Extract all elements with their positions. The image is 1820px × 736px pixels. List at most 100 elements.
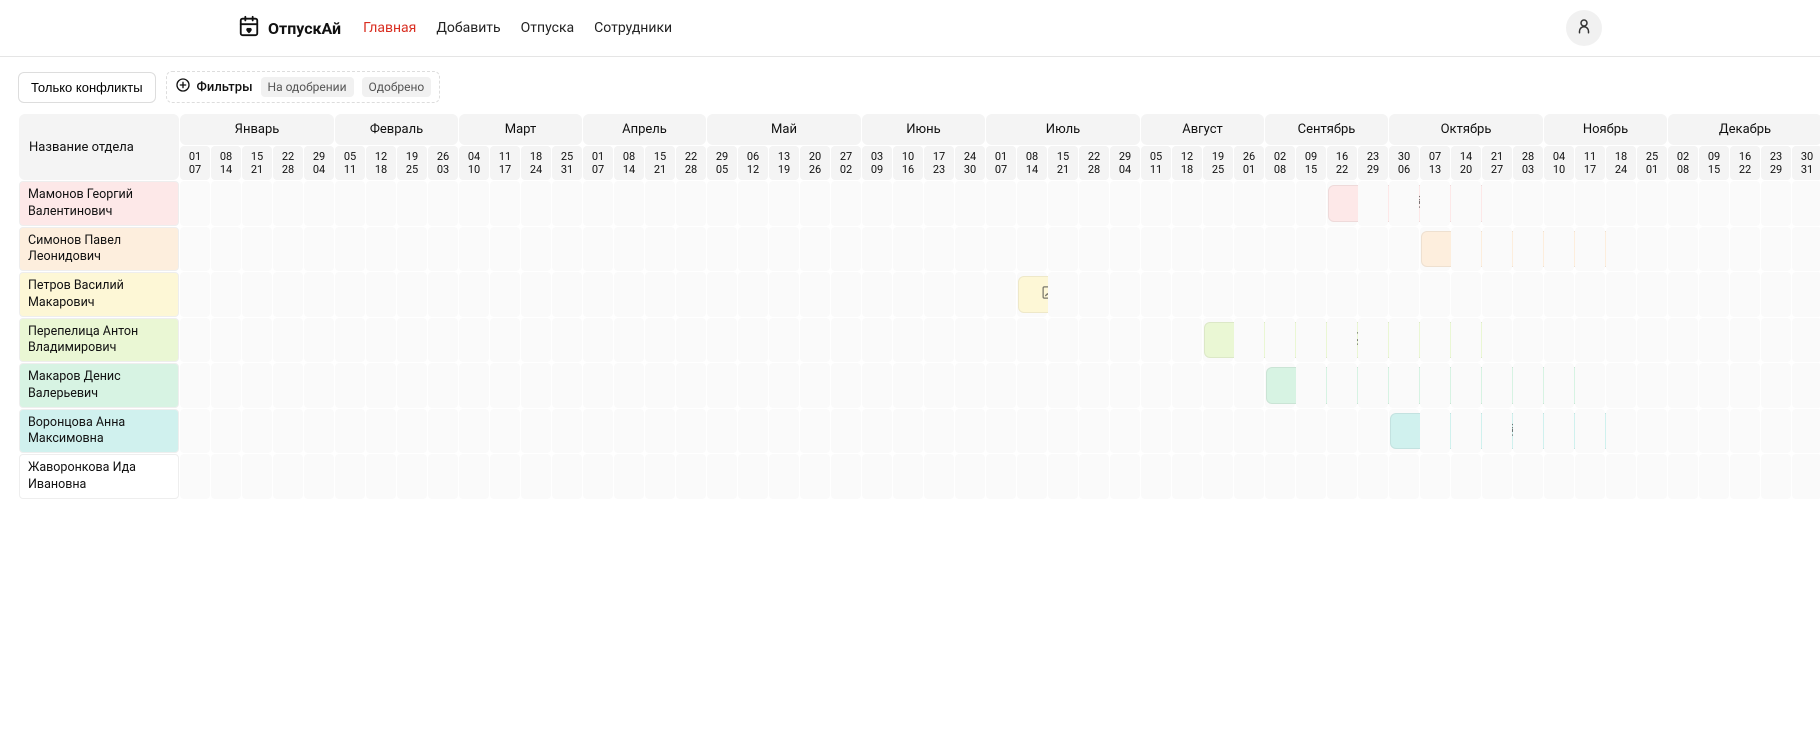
calendar-cell bbox=[1296, 363, 1326, 408]
calendar-cell bbox=[1637, 181, 1667, 226]
calendar-cell bbox=[459, 363, 489, 408]
nav-employees[interactable]: Сотрудники bbox=[594, 20, 672, 36]
calendar-cell bbox=[1327, 363, 1357, 408]
calendar-cell bbox=[1420, 363, 1450, 408]
calendar-cell bbox=[273, 227, 303, 272]
calendar-cell bbox=[304, 454, 334, 499]
calendar-cell bbox=[242, 181, 272, 226]
calendar-cell bbox=[583, 272, 613, 317]
calendar-cell bbox=[1513, 272, 1543, 317]
calendar-cell bbox=[1079, 181, 1109, 226]
week-header: 07 13 bbox=[1420, 146, 1450, 180]
calendar-cell bbox=[583, 318, 613, 363]
calendar-cell bbox=[769, 272, 799, 317]
week-header: 02 08 bbox=[1265, 146, 1295, 180]
week-header: 08 14 bbox=[614, 146, 644, 180]
calendar-cell bbox=[459, 227, 489, 272]
calendar-cell bbox=[304, 181, 334, 226]
calendar-cell bbox=[800, 272, 830, 317]
calendar-cell bbox=[800, 227, 830, 272]
week-header: 13 19 bbox=[769, 146, 799, 180]
week-header: 25 01 bbox=[1637, 146, 1667, 180]
calendar-cell bbox=[955, 409, 985, 454]
calendar-cell bbox=[1141, 227, 1171, 272]
calendar-cell bbox=[1296, 454, 1326, 499]
calendar-cell bbox=[1761, 363, 1791, 408]
calendar-cell bbox=[707, 181, 737, 226]
brand[interactable]: ОтпускАй bbox=[238, 15, 341, 41]
calendar-cell bbox=[676, 181, 706, 226]
calendar-cell bbox=[614, 272, 644, 317]
nav-add[interactable]: Добавить bbox=[436, 20, 500, 36]
calendar-cell bbox=[800, 454, 830, 499]
employee-name[interactable]: Петров Василий Макарович bbox=[19, 272, 179, 317]
user-icon bbox=[1575, 17, 1593, 39]
calendar-cell bbox=[769, 409, 799, 454]
calendar-cell bbox=[924, 409, 954, 454]
calendar-cell bbox=[738, 272, 768, 317]
calendar-cell bbox=[397, 363, 427, 408]
calendar-cell bbox=[645, 272, 675, 317]
calendar-cell bbox=[1141, 454, 1171, 499]
main-nav: Главная Добавить Отпуска Сотрудники bbox=[363, 20, 672, 36]
calendar-cell bbox=[304, 227, 334, 272]
filters-box[interactable]: Фильтры На одобрении Одобрено bbox=[166, 71, 441, 103]
calendar-cell bbox=[335, 454, 365, 499]
calendar-cell bbox=[614, 181, 644, 226]
employee-name[interactable]: Воронцова Анна Максимовна bbox=[19, 409, 179, 454]
employee-row: Воронцова Анна Максимовна bbox=[19, 409, 1820, 454]
week-header: 04 10 bbox=[1544, 146, 1574, 180]
calendar-cell bbox=[366, 227, 396, 272]
nav-home[interactable]: Главная bbox=[363, 20, 416, 36]
calendar-cell bbox=[862, 318, 892, 363]
calendar-cell bbox=[583, 409, 613, 454]
week-header: 14 20 bbox=[1451, 146, 1481, 180]
only-conflicts-button[interactable]: Только конфликты bbox=[18, 72, 156, 103]
calendar-cell bbox=[1172, 318, 1202, 363]
calendar-cell bbox=[676, 318, 706, 363]
calendar-cell bbox=[1079, 318, 1109, 363]
calendar-cell bbox=[1730, 272, 1760, 317]
employee-name[interactable]: Жаворонкова Ида Ивановна bbox=[19, 454, 179, 499]
week-header: 05 11 bbox=[1141, 146, 1171, 180]
calendar-cell bbox=[614, 363, 644, 408]
calendar-cell bbox=[986, 318, 1016, 363]
week-header: 15 21 bbox=[242, 146, 272, 180]
calendar-cell bbox=[862, 181, 892, 226]
filter-tag-pending[interactable]: На одобрении bbox=[261, 77, 354, 97]
calendar-cell bbox=[1296, 181, 1326, 226]
calendar-cell bbox=[1606, 318, 1636, 363]
calendar-cell bbox=[1699, 454, 1729, 499]
brand-text: ОтпускАй bbox=[268, 19, 341, 38]
week-header: 22 28 bbox=[676, 146, 706, 180]
calendar-cell bbox=[1606, 454, 1636, 499]
plus-circle-icon bbox=[175, 77, 191, 97]
month-header: Октябрь bbox=[1389, 114, 1543, 145]
calendar-cell bbox=[521, 454, 551, 499]
employee-name[interactable]: Мамонов Георгий Валентинович bbox=[19, 181, 179, 226]
employee-name[interactable]: Макаров Денис Валерьевич bbox=[19, 363, 179, 408]
calendar-table: Название отделаЯнварьФевральМартАпрельМа… bbox=[18, 113, 1820, 500]
employee-row: Макаров Денис Валерьевич bbox=[19, 363, 1820, 408]
calendar-cell bbox=[1389, 409, 1419, 454]
calendar-cell bbox=[862, 409, 892, 454]
user-menu-button[interactable] bbox=[1566, 10, 1602, 46]
month-header: Ноябрь bbox=[1544, 114, 1667, 145]
calendar-cell bbox=[924, 227, 954, 272]
calendar-cell bbox=[304, 272, 334, 317]
calendar-cell bbox=[1637, 318, 1667, 363]
calendar-cell bbox=[1637, 272, 1667, 317]
calendar-cell bbox=[1544, 181, 1574, 226]
calendar-cell bbox=[1420, 409, 1450, 454]
calendar-cell bbox=[242, 409, 272, 454]
employee-name[interactable]: Симонов Павел Леонидович bbox=[19, 227, 179, 272]
employee-name[interactable]: Перепелица Антон Владимирович bbox=[19, 318, 179, 363]
week-header: 26 03 bbox=[428, 146, 458, 180]
calendar-cell bbox=[707, 227, 737, 272]
filter-tag-approved[interactable]: Одобрено bbox=[362, 77, 432, 97]
calendar-cell bbox=[1296, 272, 1326, 317]
week-header: 12 18 bbox=[366, 146, 396, 180]
calendar-cell bbox=[1203, 272, 1233, 317]
nav-vacations[interactable]: Отпуска bbox=[521, 20, 575, 36]
calendar-cell bbox=[1668, 181, 1698, 226]
